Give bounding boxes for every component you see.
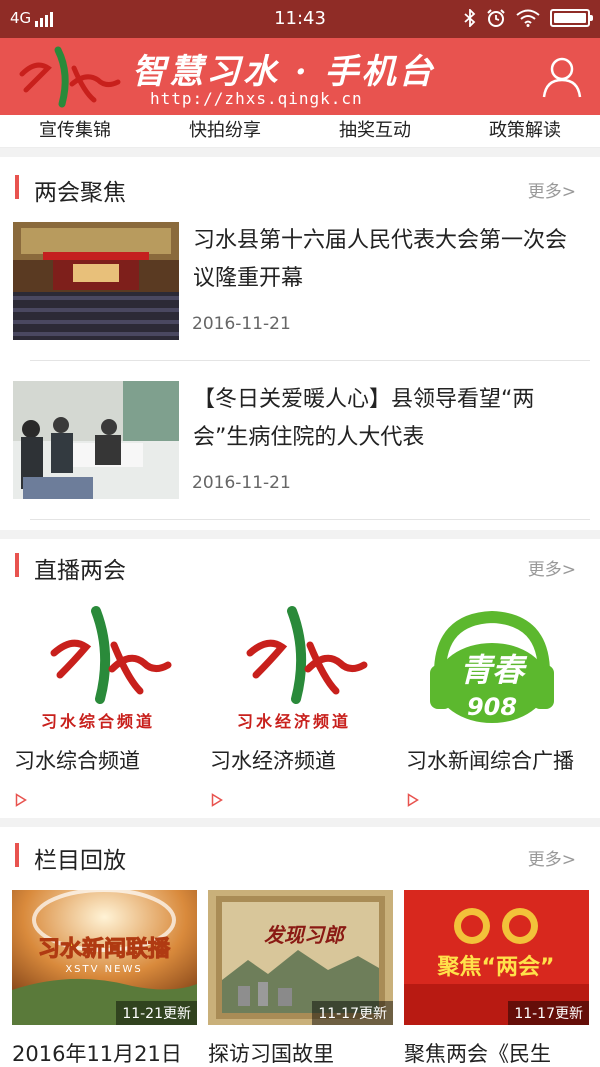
section-accent-bar (15, 553, 19, 577)
news-title: 习水县第十六届人民代表大会第一次会议隆重开幕 (193, 228, 568, 291)
replay-thumb-text: 聚焦“两会” (437, 954, 555, 980)
section-separator (0, 818, 600, 827)
replay-thumbnail: 发现习郎 11-17更新 (208, 890, 393, 1025)
user-profile-icon[interactable] (542, 56, 582, 98)
live-more-link[interactable]: 更多> (528, 555, 576, 580)
channel-logo-text: 习水经济频道 (237, 712, 351, 731)
play-icon[interactable] (211, 793, 223, 807)
live-section-title: 直播两会 (34, 558, 126, 584)
replay-thumb-text: 发现习郎 (264, 923, 347, 947)
replay-thumbnail: 习水新闻联播 XSTV NEWS 11-21更新 (12, 890, 197, 1025)
news-item[interactable]: 习水县第十六届人民代表大会第一次会议隆重开幕 2016-11-21 (0, 222, 600, 362)
nav-item-snapshots[interactable]: 快拍纷享 (150, 115, 300, 147)
news-date: 2016-11-21 (192, 473, 291, 493)
status-bar: 4G 11:43 (0, 0, 600, 38)
nav-item-lottery[interactable]: 抽奖互动 (300, 115, 450, 147)
channel-logo: 青春 908 (392, 603, 588, 733)
channel-name: 习水经济频道 (210, 749, 336, 773)
replay-section-header: 栏目回放 更多> (0, 835, 600, 875)
update-badge: 11-21更新 (116, 1001, 197, 1025)
replay-card[interactable]: 习水新闻联播 XSTV NEWS 11-21更新 2016年11月21日 (12, 890, 197, 1067)
channel-card-radio[interactable]: 青春 908 习水新闻综合广播 (392, 603, 588, 807)
focus-section-title: 两会聚焦 (34, 180, 126, 206)
channel-logo-text: 习水综合频道 (41, 712, 155, 731)
news-title: 【冬日关爱暖人心】县领导看望“两会”生病住院的人大代表 (193, 387, 535, 450)
news-thumbnail (13, 222, 179, 340)
update-badge: 11-17更新 (508, 1001, 589, 1025)
channel-card-economy[interactable]: 习水经济频道 习水经济频道 (196, 603, 392, 807)
news-item[interactable]: 【冬日关爱暖人心】县领导看望“两会”生病住院的人大代表 2016-11-21 (0, 381, 600, 521)
replay-thumb-sub: XSTV NEWS (65, 964, 142, 975)
category-nav: 宣传集锦 快拍纷享 抽奖互动 政策解读 (0, 115, 600, 148)
live-section-header: 直播两会 更多> (0, 545, 600, 585)
status-icons (464, 8, 593, 28)
section-accent-bar (15, 175, 19, 199)
replay-thumbnail: 聚焦“两会” 11-17更新 (404, 890, 589, 1025)
list-divider (30, 519, 590, 520)
brand-url: http://zhxs.qingk.cn (150, 89, 363, 108)
play-icon[interactable] (15, 793, 27, 807)
channel-name: 习水新闻综合广播 (406, 749, 574, 773)
radio-logo-text: 青春 (460, 651, 528, 689)
battery-icon (550, 9, 593, 27)
section-accent-bar (15, 843, 19, 867)
list-divider (30, 360, 590, 361)
bluetooth-icon (464, 9, 476, 27)
news-date: 2016-11-21 (192, 314, 291, 334)
channel-logo: 习水经济频道 (196, 603, 392, 733)
replay-thumb-text: 习水新闻联播 (38, 936, 171, 962)
station-logo-icon (19, 46, 121, 108)
section-separator (0, 148, 600, 157)
wifi-icon (516, 9, 540, 27)
replay-more-link[interactable]: 更多> (528, 845, 576, 870)
app-header: 智慧习水 · 手机台 http://zhxs.qingk.cn (0, 38, 600, 115)
channel-name: 习水综合频道 (14, 749, 140, 773)
update-badge: 11-17更新 (312, 1001, 393, 1025)
replay-title: 探访习国故里 (208, 1042, 334, 1066)
channel-card-general[interactable]: 习水综合频道 习水综合频道 (0, 603, 196, 807)
replay-title: 2016年11月21日 (12, 1042, 182, 1066)
replay-card[interactable]: 发现习郎 11-17更新 探访习国故里 (208, 890, 393, 1067)
play-icon[interactable] (407, 793, 419, 807)
news-thumbnail (13, 381, 179, 499)
nav-item-highlights[interactable]: 宣传集锦 (0, 115, 150, 147)
brand-title: 智慧习水 · 手机台 (132, 52, 436, 92)
section-separator (0, 530, 600, 539)
radio-logo-number: 908 (467, 693, 517, 721)
channel-logo: 习水综合频道 (0, 603, 196, 733)
nav-item-policy[interactable]: 政策解读 (450, 115, 600, 147)
replay-section-title: 栏目回放 (34, 848, 126, 874)
focus-more-link[interactable]: 更多> (528, 177, 576, 202)
replay-title: 聚焦两会《民生 (404, 1042, 551, 1066)
focus-section-header: 两会聚焦 更多> (0, 167, 600, 207)
alarm-icon (487, 9, 505, 27)
replay-card[interactable]: 聚焦“两会” 11-17更新 聚焦两会《民生 (404, 890, 589, 1067)
